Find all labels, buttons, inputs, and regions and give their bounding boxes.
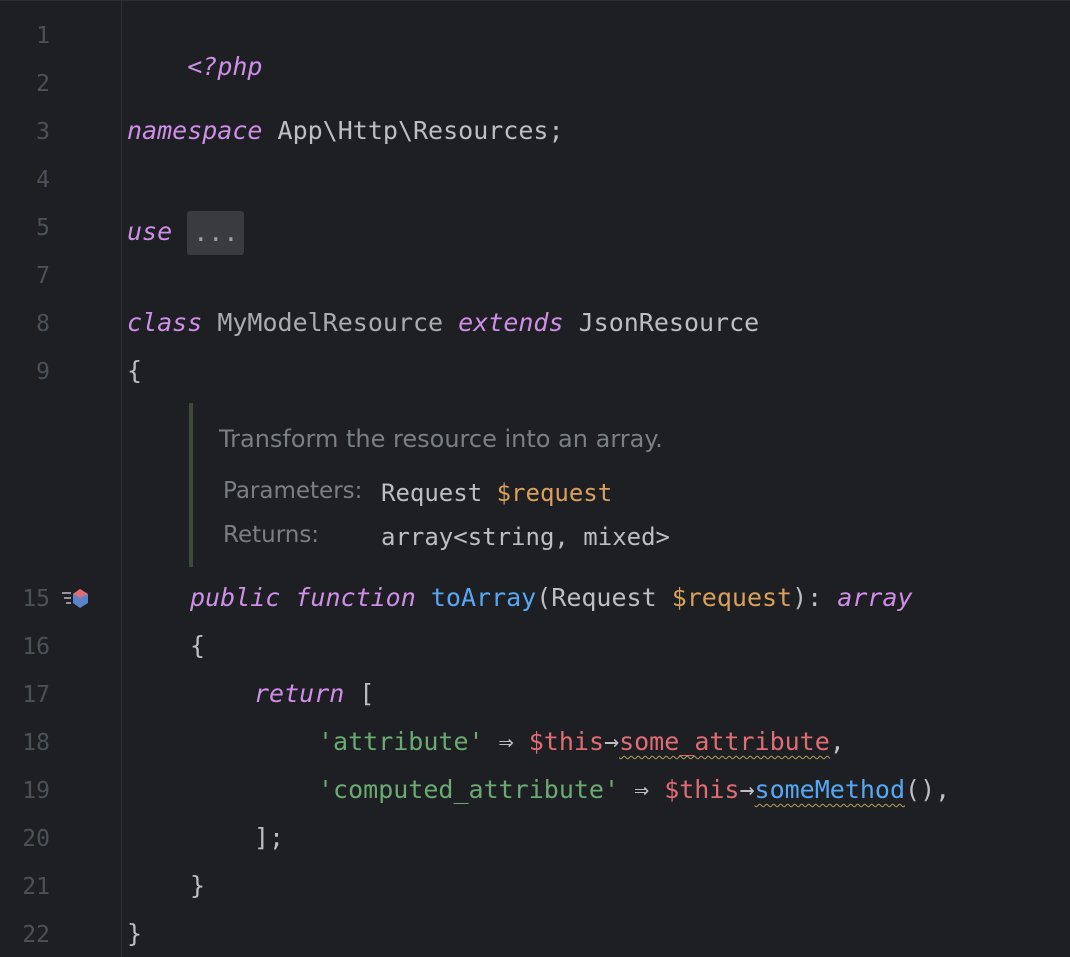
function-keyword: function [295,583,416,612]
param-type: Request [551,583,672,612]
param-var: $request [671,583,793,612]
extends-keyword: extends [458,308,564,337]
code-line-15[interactable]: public function toArray(Request $request… [190,582,913,614]
object-operator: → [739,775,755,804]
line-number[interactable]: 7 [0,260,50,292]
doc-description: Transform the resource into an array. [219,425,663,453]
this-var: $this [664,775,740,804]
code-line-1[interactable]: <?php [127,19,262,115]
folded-imports[interactable]: ... [187,211,245,255]
code-line-19[interactable]: 'computed_attribute' ⇒ $this→someMethod(… [318,774,950,806]
line-number[interactable]: 22 [0,919,50,951]
doc-params-label: Parameters: [223,478,363,504]
line-number[interactable]: 3 [0,116,50,148]
namespace-keyword: namespace [127,116,263,145]
property-access[interactable]: some_attribute [619,727,830,756]
code-line-22[interactable]: } [127,918,142,950]
line-number[interactable]: 9 [0,356,50,388]
code-line-9[interactable]: { [127,355,142,387]
double-arrow: ⇒ [483,727,529,756]
open-bracket: [ [344,679,375,708]
line-number[interactable]: 19 [0,775,50,807]
return-type: array [837,583,913,612]
code-line-21[interactable]: } [190,870,205,902]
code-line-16[interactable]: { [190,630,205,662]
method-call[interactable]: someMethod [755,775,906,804]
close-paren: ): [792,583,838,612]
double-arrow: ⇒ [619,775,665,804]
line-number[interactable]: 1 [0,20,50,52]
array-key: 'attribute' [318,727,484,756]
line-number[interactable]: 21 [0,871,50,903]
doc-param-type: Request [381,479,483,507]
php-open-tag: <?php [187,52,263,81]
class-name: MyModelResource [217,308,444,337]
object-operator: → [604,727,620,756]
close-brace: } [190,871,206,900]
comma: , [829,727,845,756]
open-brace: { [127,356,143,385]
line-number[interactable]: 18 [0,727,50,759]
namespace-name: App\Http\Resources; [277,116,564,145]
code-line-8[interactable]: class MyModelResource extends JsonResour… [127,307,759,339]
line-number[interactable]: 4 [0,164,50,196]
function-name: toArray [430,583,537,612]
implements-method-icon[interactable] [62,586,90,610]
doc-param-var: $request [496,479,613,507]
doc-returns-label: Returns: [223,522,320,548]
parent-class: JsonResource [578,308,760,337]
code-line-3[interactable]: namespace App\Http\Resources; [127,115,564,147]
class-keyword: class [127,308,203,337]
code-editor[interactable]: 1 2 3 4 5 7 8 9 15 16 17 18 19 20 21 22 … [0,0,1070,957]
this-var: $this [528,727,604,756]
code-line-5[interactable]: use ... [127,211,245,255]
line-number[interactable]: 15 [0,583,50,615]
public-keyword: public [190,583,281,612]
code-line-17[interactable]: return [ [254,678,374,710]
open-brace: { [190,631,206,660]
code-line-20[interactable]: ]; [254,822,284,854]
return-keyword: return [254,679,345,708]
open-paren: ( [536,583,552,612]
gutter-separator [121,1,122,957]
call-parens: (), [905,775,951,804]
rendered-docblock[interactable]: Transform the resource into an array. Pa… [189,403,893,567]
doc-returns-value: array<string, mixed> [381,523,670,551]
code-line-18[interactable]: 'attribute' ⇒ $this→some_attribute, [318,726,845,758]
line-number[interactable]: 5 [0,212,50,244]
line-number[interactable]: 20 [0,823,50,855]
line-number[interactable]: 2 [0,68,50,100]
doc-params-value: Request $request [381,479,612,507]
array-key: 'computed_attribute' [318,775,620,804]
close-bracket: ]; [254,823,285,852]
line-number[interactable]: 8 [0,308,50,340]
close-brace: } [127,919,143,948]
line-number[interactable]: 16 [0,631,50,663]
line-number[interactable]: 17 [0,679,50,711]
use-keyword: use [127,217,173,246]
